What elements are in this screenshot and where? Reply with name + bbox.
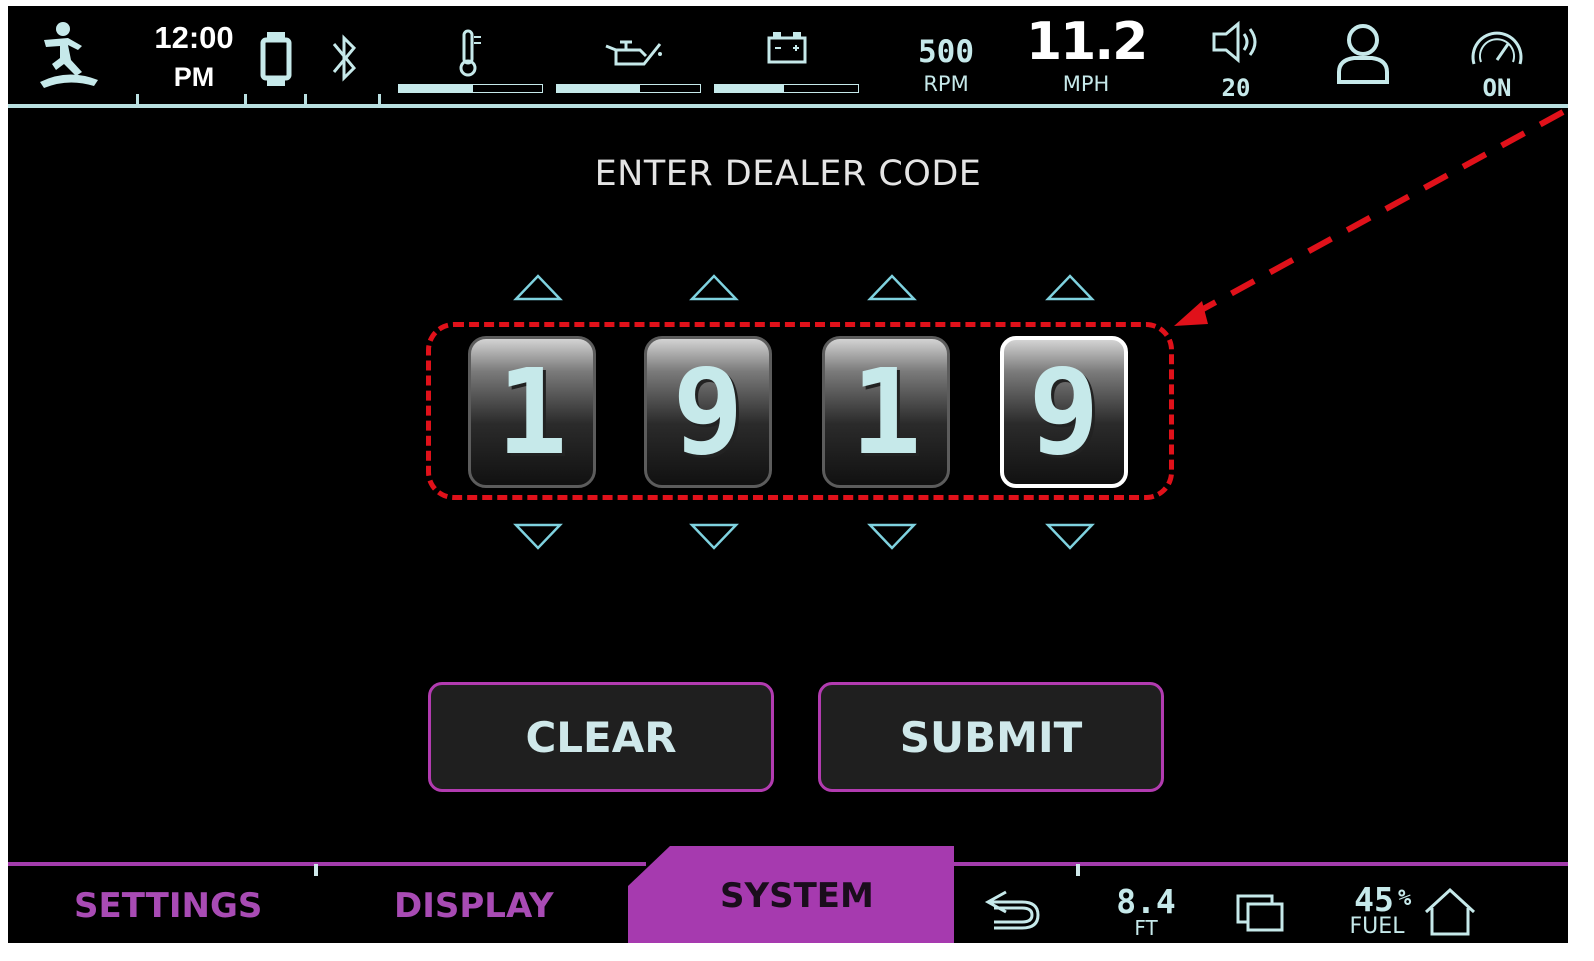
- digit-4-up-arrow-icon[interactable]: [1044, 272, 1096, 302]
- temperature-bar: [398, 84, 543, 93]
- digit-2-down-arrow-icon[interactable]: [688, 522, 740, 552]
- cruise-gauge-icon[interactable]: [1468, 26, 1526, 68]
- clear-button[interactable]: CLEAR: [428, 682, 774, 792]
- status-bar: 12:00 PM 500 RPM 11.2 MPH 20 ON: [8, 6, 1568, 110]
- bottom-nav: SETTINGS DISPLAY SYSTEM 8.4 FT 45 % FUEL: [8, 846, 1568, 943]
- digit-3-down-arrow-icon[interactable]: [866, 522, 918, 552]
- speed-value: 11.2: [1026, 12, 1148, 72]
- digit-3-up-arrow-icon[interactable]: [866, 272, 918, 302]
- cruise-state: ON: [1482, 74, 1512, 102]
- nav-tick: [1076, 864, 1080, 876]
- thermometer-icon: [459, 29, 481, 77]
- phone-icon[interactable]: [258, 30, 294, 88]
- digit-4-down-arrow-icon[interactable]: [1044, 522, 1096, 552]
- nav-divider-left: [8, 862, 646, 866]
- battery-icon: [767, 32, 807, 64]
- clock-ampm: PM: [173, 62, 215, 92]
- digit-2-up-arrow-icon[interactable]: [688, 272, 740, 302]
- fuel-percent: %: [1398, 886, 1412, 911]
- submit-button[interactable]: SUBMIT: [818, 682, 1164, 792]
- tab-system[interactable]: SYSTEM: [720, 876, 874, 916]
- depth-unit: FT: [1134, 916, 1158, 940]
- annotation-arrow: [1174, 109, 1565, 326]
- rpm-value: 500: [918, 34, 974, 70]
- battery-bar: [714, 84, 859, 93]
- back-arrow-icon[interactable]: [984, 888, 1044, 932]
- temperature-bar-fill: [399, 85, 474, 92]
- volume-value: 20: [1221, 74, 1251, 102]
- nav-tick: [314, 864, 318, 876]
- digit-1-down-arrow-icon[interactable]: [512, 522, 564, 552]
- tab-display[interactable]: DISPLAY: [394, 886, 554, 926]
- oil-can-icon: [605, 40, 662, 66]
- bluetooth-icon[interactable]: [330, 28, 360, 88]
- annotation-highlight-box: [426, 322, 1174, 500]
- tab-settings[interactable]: SETTINGS: [74, 886, 262, 926]
- battery-bar-fill: [715, 85, 784, 92]
- rpm-label: RPM: [923, 72, 969, 96]
- oil-bar: [556, 84, 701, 93]
- fuel-label: FUEL: [1349, 914, 1405, 939]
- user-profile-icon[interactable]: [1334, 22, 1392, 88]
- digit-1-up-arrow-icon[interactable]: [512, 272, 564, 302]
- speaker-icon[interactable]: [1208, 20, 1264, 66]
- speed-label: MPH: [1062, 72, 1110, 96]
- screen: 12:00 PM 500 RPM 11.2 MPH 20 ON ENTER DE…: [8, 6, 1568, 943]
- home-icon[interactable]: [1422, 886, 1478, 938]
- clock-time: 12:00: [154, 20, 234, 55]
- surfer-icon[interactable]: [38, 20, 100, 94]
- screens-icon[interactable]: [1234, 892, 1288, 934]
- nav-divider-right: [954, 862, 1568, 866]
- oil-bar-fill: [557, 85, 640, 92]
